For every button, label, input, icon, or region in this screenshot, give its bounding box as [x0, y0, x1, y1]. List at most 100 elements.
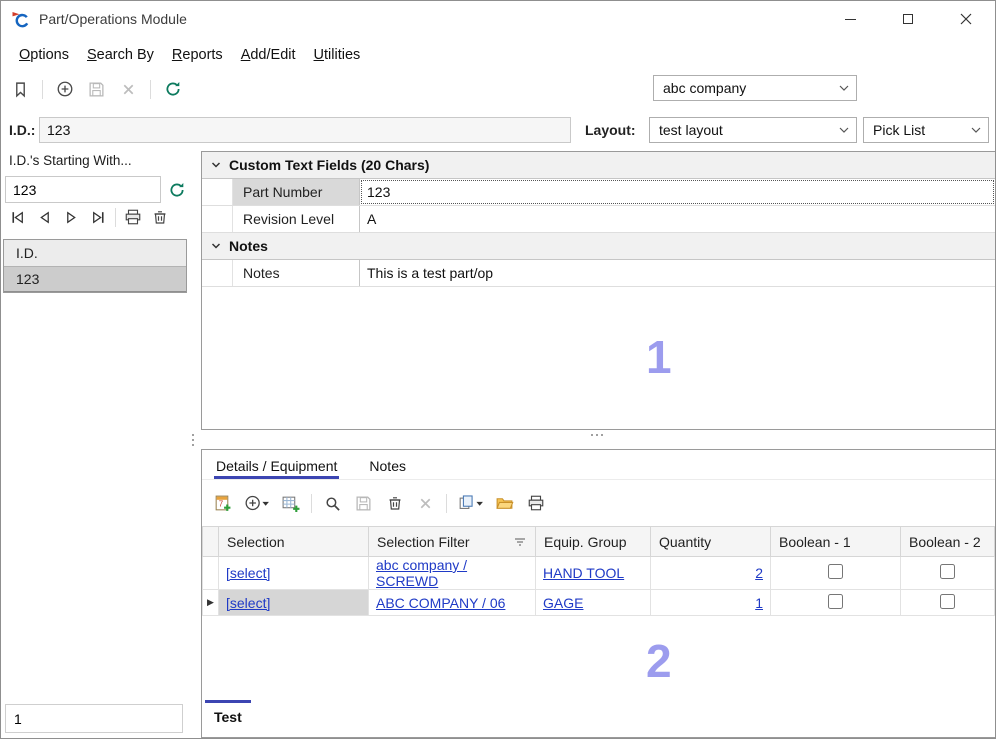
delete-button[interactable]: [118, 79, 139, 100]
insert-date-button[interactable]: 7: [212, 493, 233, 514]
open-folder-button[interactable]: [494, 493, 515, 514]
menu-bar: Options Search By Reports Add/Edit Utili…: [1, 41, 369, 69]
chevron-down-icon: [833, 127, 849, 133]
section-header-custom-text[interactable]: Custom Text Fields (20 Chars): [202, 152, 995, 179]
horizontal-splitter-handle[interactable]: [591, 434, 603, 436]
layout-combobox[interactable]: test layout: [649, 117, 857, 143]
boolean-1-checkbox[interactable]: [828, 594, 843, 609]
trash-icon: [387, 495, 403, 511]
next-record-icon: [63, 209, 80, 226]
column-header-selection[interactable]: Selection: [219, 527, 369, 557]
close-button[interactable]: [937, 1, 995, 37]
print-grid-button[interactable]: [525, 493, 546, 514]
add-button[interactable]: [54, 79, 75, 100]
grid-header-row: Selection Selection Filter Equip. Group …: [203, 527, 995, 557]
add-grid-row-button[interactable]: [280, 493, 301, 514]
search-refresh-button[interactable]: [167, 180, 186, 199]
record-count-field[interactable]: [5, 704, 183, 733]
menu-add-edit[interactable]: Add/Edit: [232, 43, 305, 67]
search-button[interactable]: [322, 493, 343, 514]
id-search-input[interactable]: [5, 176, 161, 203]
boolean-2-checkbox[interactable]: [940, 594, 955, 609]
last-record-button[interactable]: [88, 207, 108, 227]
next-record-button[interactable]: [61, 207, 81, 227]
delete-row-button[interactable]: [384, 493, 405, 514]
cancel-icon: [121, 82, 136, 97]
id-label: I.D.:: [9, 122, 35, 138]
boolean-2-cell: [901, 590, 995, 616]
property-label: Part Number: [232, 179, 360, 205]
picklist-combobox[interactable]: Pick List: [863, 117, 989, 143]
column-header-selection-filter[interactable]: Selection Filter: [369, 527, 536, 557]
column-header-boolean-2[interactable]: Boolean - 2: [901, 527, 995, 557]
insert-date-icon: 7: [213, 494, 232, 513]
property-row-notes: Notes This is a test part/op: [202, 260, 995, 287]
id-search-caption: I.D.'s Starting With...: [9, 153, 132, 168]
save-button[interactable]: [86, 79, 107, 100]
section-header-notes[interactable]: Notes: [202, 233, 995, 260]
equip-group-cell: HAND TOOL: [536, 557, 651, 590]
property-row-part-number: Part Number 123: [202, 179, 995, 206]
company-combobox[interactable]: abc company: [653, 75, 857, 101]
print-icon: [527, 494, 545, 512]
trash-button[interactable]: [150, 207, 170, 227]
quantity-link[interactable]: 2: [755, 565, 763, 581]
prev-record-button[interactable]: [34, 207, 54, 227]
row-selector[interactable]: [203, 557, 219, 590]
id-input[interactable]: [39, 117, 571, 143]
menu-utilities[interactable]: Utilities: [305, 43, 370, 67]
select-link[interactable]: [select]: [226, 595, 270, 611]
id-list: I.D. 123: [3, 239, 187, 293]
table-row: [select] abc company / SCREWD HAND TOOL …: [203, 557, 995, 590]
id-list-header[interactable]: I.D.: [4, 240, 186, 267]
chevron-down-icon: [965, 127, 981, 133]
row-selector[interactable]: ▶: [203, 590, 219, 616]
equip-group-link[interactable]: GAGE: [543, 595, 583, 611]
boolean-1-checkbox[interactable]: [828, 564, 843, 579]
save-row-button[interactable]: [353, 493, 374, 514]
select-link[interactable]: [select]: [226, 565, 270, 581]
menu-options[interactable]: Options: [10, 43, 78, 67]
vertical-splitter-handle[interactable]: [189, 434, 197, 458]
boolean-2-checkbox[interactable]: [940, 564, 955, 579]
column-header-boolean-1[interactable]: Boolean - 1: [771, 527, 901, 557]
toolbar-separator: [311, 494, 312, 513]
list-item[interactable]: 123: [4, 267, 186, 292]
selection-filter-link[interactable]: ABC COMPANY / 06: [376, 595, 505, 611]
cancel-row-button[interactable]: [415, 493, 436, 514]
refresh-button[interactable]: [162, 79, 183, 100]
first-record-button[interactable]: [7, 207, 27, 227]
menu-reports[interactable]: Reports: [163, 43, 232, 67]
print-button[interactable]: [123, 207, 143, 227]
app-window: Part/Operations Module Options Search By…: [0, 0, 996, 739]
export-dropdown-button[interactable]: [457, 493, 484, 514]
tab-test[interactable]: Test: [214, 709, 242, 725]
open-folder-icon: [495, 495, 514, 512]
menu-search-by[interactable]: Search By: [78, 43, 163, 67]
add-circle-icon: [56, 80, 74, 98]
add-row-dropdown-button[interactable]: [243, 493, 270, 514]
property-value-field[interactable]: A: [360, 206, 995, 232]
column-header-equip-group[interactable]: Equip. Group: [536, 527, 651, 557]
column-header-quantity[interactable]: Quantity: [651, 527, 771, 557]
window-controls: [821, 1, 995, 37]
detail-pane: Custom Text Fields (20 Chars) Part Numbe…: [201, 151, 996, 430]
property-row-revision-level: Revision Level A: [202, 206, 995, 233]
minimize-button[interactable]: [821, 1, 879, 37]
equip-group-link[interactable]: HAND TOOL: [543, 565, 624, 581]
bookmark-button[interactable]: [10, 79, 31, 100]
tab-notes[interactable]: Notes: [367, 453, 408, 479]
property-value-field[interactable]: 123: [360, 179, 995, 205]
layout-label: Layout:: [585, 122, 636, 138]
maximize-button[interactable]: [879, 1, 937, 37]
selection-filter-link[interactable]: abc company / SCREWD: [376, 557, 467, 589]
quantity-link[interactable]: 1: [755, 595, 763, 611]
record-navigator: [7, 207, 170, 227]
property-label: Revision Level: [232, 206, 360, 232]
boolean-1-cell: [771, 590, 901, 616]
window-title: Part/Operations Module: [39, 11, 187, 27]
tab-details-equipment[interactable]: Details / Equipment: [214, 453, 339, 479]
selection-filter-cell: abc company / SCREWD: [369, 557, 536, 590]
picklist-combobox-value: Pick List: [873, 122, 925, 138]
property-value-field[interactable]: This is a test part/op: [360, 260, 995, 286]
